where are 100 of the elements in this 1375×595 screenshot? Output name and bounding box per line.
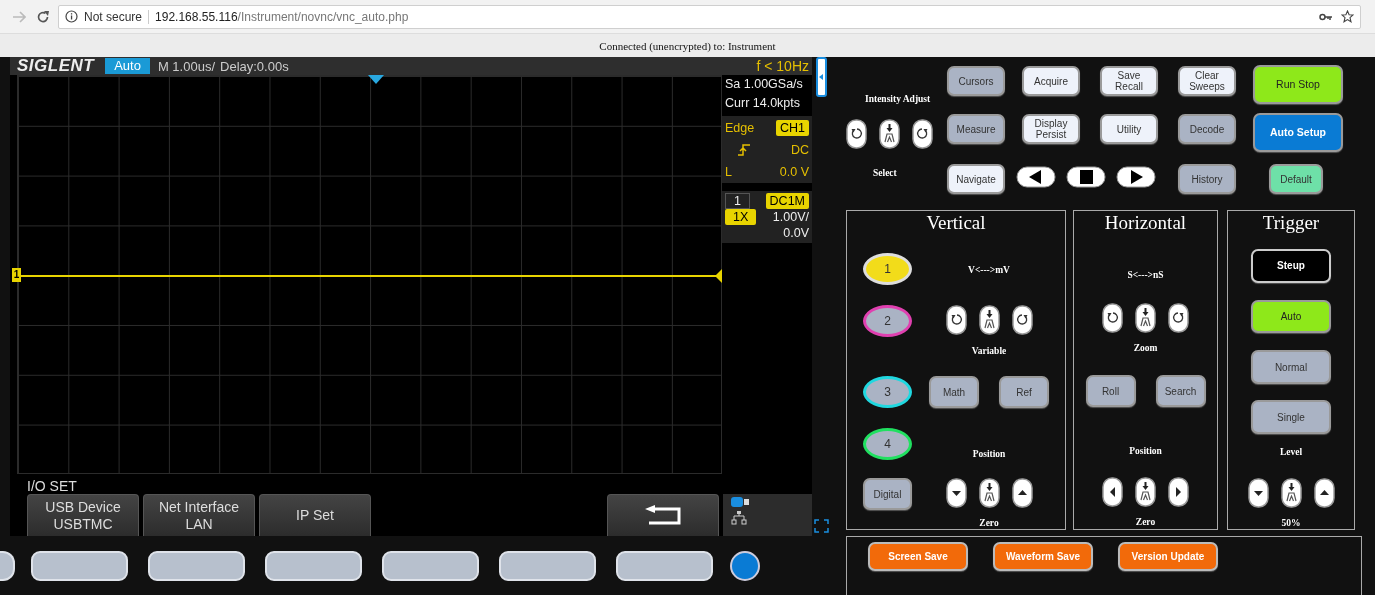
rotate-left-icon[interactable] <box>1102 303 1123 333</box>
rotate-left-icon[interactable] <box>945 305 967 335</box>
softkey-button[interactable] <box>382 550 479 581</box>
panel-button[interactable]: Measure <box>947 114 1005 144</box>
channel-marker: 1 <box>12 268 21 282</box>
rotate-right-icon[interactable] <box>1011 305 1033 335</box>
channel-coupling: DC1M <box>765 193 809 209</box>
security-label: Not secure <box>84 9 143 24</box>
trigger-level-marker <box>715 269 722 283</box>
address-bar[interactable]: Not secure 192.168.55.116/Instrument/novnc/vnc_auto.php <box>58 4 1361 29</box>
channel-button[interactable]: 1 <box>863 253 912 285</box>
delay-text: Delay:0.00s <box>220 58 289 74</box>
panel-button[interactable]: Default <box>1269 164 1323 194</box>
select-label: Select <box>872 167 898 179</box>
push-knob-icon[interactable] <box>1135 477 1156 507</box>
acquire-mode: Auto <box>105 58 150 74</box>
previous-button[interactable] <box>1016 166 1056 188</box>
next-button[interactable] <box>1116 166 1156 188</box>
menu-knob-button[interactable] <box>730 550 760 581</box>
knob-label: Zero <box>979 517 999 529</box>
trigger-level-label: L <box>725 164 732 179</box>
trigger-mode-button[interactable]: Single <box>1251 400 1331 435</box>
key-icon[interactable] <box>1319 12 1333 21</box>
softkey-button[interactable] <box>265 550 362 581</box>
channel-button[interactable]: 4 <box>863 428 912 460</box>
rotate-right-icon[interactable] <box>1168 303 1189 333</box>
section-title: Trigger <box>1262 211 1320 235</box>
panel-toggle-tab[interactable] <box>815 57 827 97</box>
panel-button[interactable]: Clear Sweeps <box>1178 66 1236 96</box>
timebase-text: M 1.00us/ <box>157 58 215 74</box>
panel-button[interactable]: Decode <box>1178 114 1236 144</box>
rising-edge-icon <box>737 143 751 156</box>
back-button[interactable] <box>607 494 719 536</box>
knob-label: 50% <box>1281 517 1301 530</box>
intensity-adjust-label: Intensity Adjust <box>864 93 932 105</box>
softkey-button[interactable] <box>31 550 128 581</box>
softkey[interactable]: Net Interface LAN <box>143 494 255 536</box>
stop-button[interactable] <box>1066 166 1106 188</box>
scale-label: V<--->mV <box>968 264 1010 276</box>
scale-label: S<--->nS <box>1127 269 1164 281</box>
trigger-mode-button[interactable]: Auto <box>1251 299 1331 334</box>
knob-label: Position <box>972 448 1006 460</box>
panel-button[interactable]: Cursors <box>947 66 1005 96</box>
knob-label: Zoom <box>1133 342 1158 354</box>
push-knob-icon[interactable] <box>879 119 900 149</box>
section-title: Horizontal <box>1104 211 1187 235</box>
frequency-text: f < 10Hz <box>756 58 810 74</box>
connection-status: Connected (unencrypted) to: Instrument <box>599 39 776 52</box>
reload-icon[interactable] <box>36 9 50 24</box>
return-arrow-icon <box>643 504 683 527</box>
rotate-left-icon[interactable] <box>846 119 867 149</box>
digital-button[interactable]: Digital <box>863 478 912 510</box>
ref-button[interactable]: Ref <box>999 376 1049 408</box>
panel-button[interactable]: Navigate <box>947 164 1005 194</box>
channel-button[interactable]: 2 <box>863 305 912 337</box>
trigger-coupling: DC <box>790 142 809 157</box>
panel-button[interactable]: Acquire <box>1022 66 1080 96</box>
channel-offset: 0.0V <box>783 226 809 240</box>
knob-label: Level <box>1279 446 1303 459</box>
softkey-button[interactable] <box>499 550 596 581</box>
brand-logo: SIGLENT <box>17 56 95 76</box>
softkey-button[interactable] <box>616 550 713 581</box>
knob-label: Position <box>1129 445 1162 457</box>
caret-left-icon <box>819 74 823 80</box>
menu-title: I/O SET <box>27 478 77 494</box>
trigger-level-value: 0.0 V <box>779 164 809 179</box>
softkey-button[interactable] <box>0 550 15 581</box>
panel-button[interactable]: Run Stop <box>1253 65 1343 104</box>
roll-button[interactable]: Roll <box>1085 375 1136 407</box>
panel-button[interactable]: Display Persist <box>1022 114 1080 144</box>
push-knob-icon[interactable] <box>1135 303 1156 333</box>
trigger-mode-button[interactable]: Steup <box>1251 248 1331 283</box>
search-button[interactable]: Search <box>1155 375 1206 407</box>
softkey[interactable]: USB Device USBTMC <box>27 494 139 536</box>
fullscreen-icon[interactable] <box>813 519 829 533</box>
panel-button[interactable]: Auto Setup <box>1253 113 1343 152</box>
trigger-source: CH1 <box>776 119 809 136</box>
knob-label: Variable <box>971 345 1007 357</box>
push-knob-icon[interactable] <box>978 478 1000 508</box>
star-icon[interactable] <box>1341 10 1354 23</box>
section-title: Vertical <box>926 211 986 235</box>
push-knob-icon[interactable] <box>1280 478 1302 509</box>
network-icon <box>731 511 747 525</box>
panel-button[interactable]: Save Recall <box>1100 66 1158 96</box>
softkey-button[interactable] <box>148 550 245 581</box>
push-knob-icon[interactable] <box>978 305 1000 335</box>
softkey[interactable]: IP Set <box>259 494 371 536</box>
trigger-type: Edge <box>725 120 755 135</box>
panel-button[interactable]: Utility <box>1100 114 1158 144</box>
channel-button[interactable]: 3 <box>863 376 912 408</box>
math-button[interactable]: Math <box>929 376 979 408</box>
toggle-icon <box>731 497 749 507</box>
url-text: 192.168.55.116/Instrument/novnc/vnc_auto.php <box>155 9 409 24</box>
panel-button[interactable]: History <box>1178 164 1236 194</box>
rotate-right-icon[interactable] <box>912 119 933 149</box>
memory-depth: Curr 14.0kpts <box>724 95 802 112</box>
trigger-mode-button[interactable]: Normal <box>1251 350 1331 385</box>
info-icon[interactable] <box>65 10 78 23</box>
knob-label: Zero <box>1135 516 1156 528</box>
sample-rate: Sa 1.00GSa/s <box>724 76 804 93</box>
